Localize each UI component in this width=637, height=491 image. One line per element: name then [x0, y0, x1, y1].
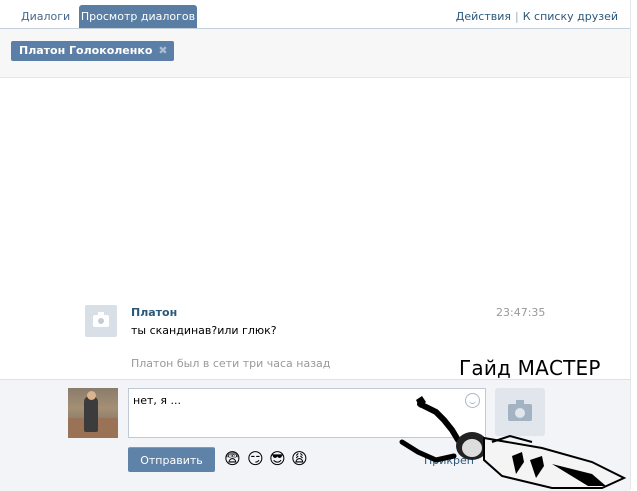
friends-list-link[interactable]: К списку друзей [523, 10, 618, 23]
sender-avatar[interactable] [85, 305, 117, 337]
link-separator: | [515, 10, 519, 23]
close-icon[interactable]: ✖ [158, 41, 167, 61]
recipient-chip[interactable]: Платон Голоколенко ✖ [11, 41, 174, 61]
watermark-text: Гайд МАСТЕР [459, 356, 601, 380]
emoji-fearful-icon[interactable]: 😨 [224, 450, 241, 468]
camera-icon [93, 312, 109, 327]
my-avatar[interactable] [68, 388, 118, 438]
message-input-value: нет, я ... [133, 394, 181, 407]
online-status-note: Платон был в сети три часа назад [131, 357, 331, 370]
actions-link[interactable]: Действия [456, 10, 511, 23]
avatar-figure [84, 396, 98, 432]
message-text: ты скандинав?или глюк? [131, 324, 277, 337]
message-author[interactable]: Платон [131, 306, 177, 319]
recipient-bar: Платон Голоколенко ✖ [0, 29, 630, 78]
send-button[interactable]: Отправить [128, 447, 215, 472]
top-links: Действия | К списку друзей [456, 5, 618, 28]
avatar-head [87, 391, 96, 400]
jumping-person-image [399, 396, 627, 489]
emoji-sunglasses-icon[interactable]: 😎 [269, 450, 286, 468]
emoji-smirk-icon[interactable]: 😏 [247, 450, 264, 468]
tab-view-dialogs[interactable]: Просмотр диалогов [79, 5, 197, 28]
message-time: 23:47:35 [496, 306, 546, 319]
emoji-weary-icon[interactable]: 😩 [291, 450, 308, 468]
recipient-name: Платон Голоколенко [19, 44, 153, 57]
tab-dialogs[interactable]: Диалоги [12, 5, 79, 28]
tab-bar: Диалоги Просмотр диалогов Действия | К спи… [0, 0, 630, 29]
